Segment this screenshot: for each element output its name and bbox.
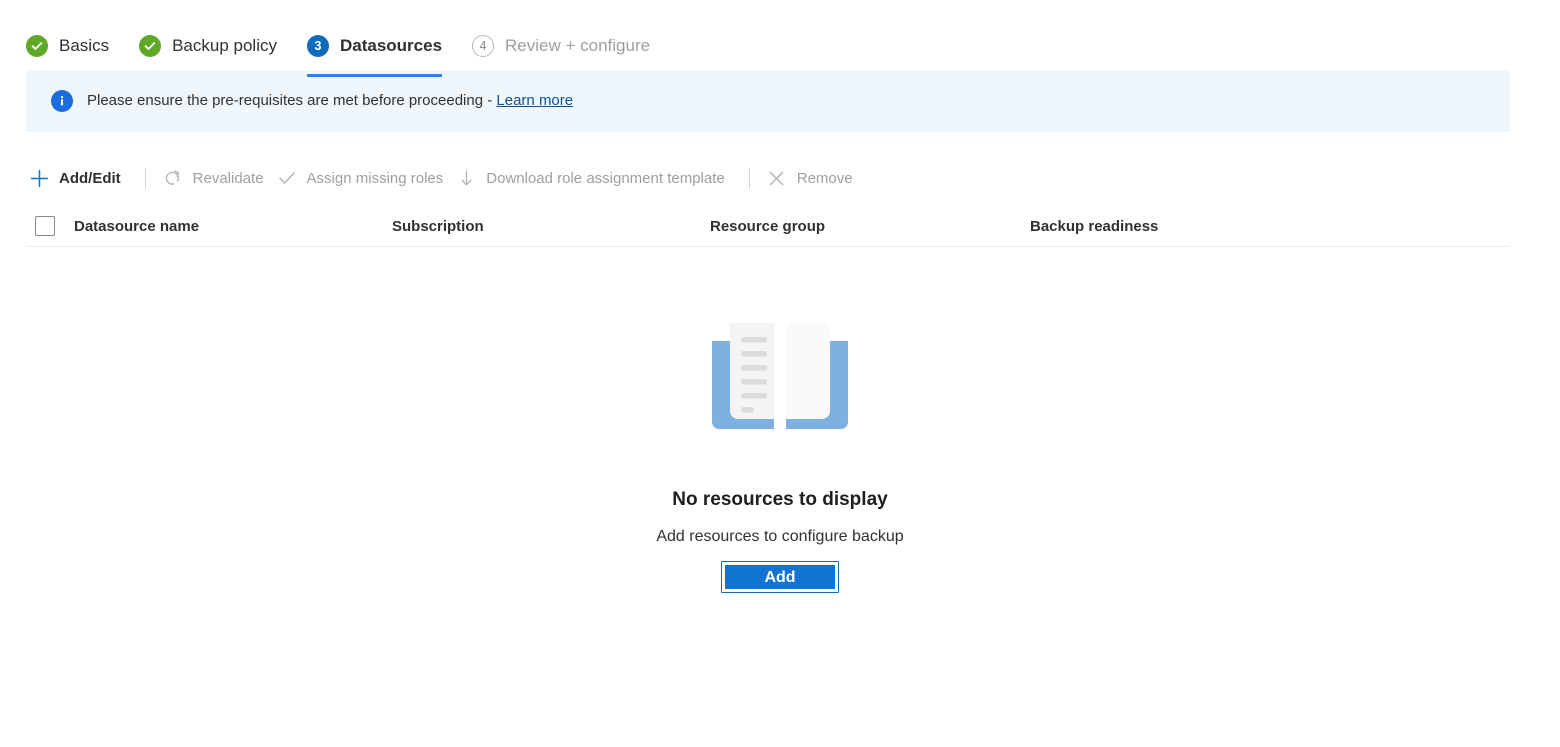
wizard-step-label: Backup policy — [172, 36, 277, 55]
checkmark-icon — [276, 167, 298, 189]
toolbar-divider — [144, 167, 146, 189]
wizard-step-basics[interactable]: Basics — [26, 29, 109, 77]
step-complete-check-icon — [139, 35, 162, 57]
prerequisites-info-banner: Please ensure the pre-requisites are met… — [26, 70, 1510, 132]
toolbar-divider — [748, 167, 750, 189]
assign-missing-roles-label: Assign missing roles — [306, 169, 444, 187]
revalidate-label: Revalidate — [192, 169, 264, 187]
add-button[interactable]: Add — [724, 564, 836, 590]
wizard-step-tabs: Basics Backup policy 3 Datasources 4 Rev… — [0, 0, 1560, 77]
step-number-badge: 3 — [306, 35, 329, 57]
empty-state: No resources to display Add resources to… — [0, 309, 1560, 593]
download-role-assignment-template-label: Download role assignment template — [486, 169, 725, 187]
column-header-backup-readiness[interactable]: Backup readiness — [1030, 218, 1360, 235]
wizard-step-backup-policy[interactable]: Backup policy — [139, 29, 277, 77]
wizard-step-label: Review + configure — [505, 36, 651, 55]
refresh-icon — [162, 167, 184, 189]
datasources-table-header: Datasource name Subscription Resource gr… — [26, 206, 1510, 247]
learn-more-link[interactable]: Learn more — [496, 92, 573, 109]
column-header-datasource-name[interactable]: Datasource name — [74, 218, 392, 235]
plus-icon — [28, 167, 50, 189]
add-edit-button[interactable]: Add/Edit — [26, 160, 131, 196]
banner-message: Please ensure the pre-requisites are met… — [87, 91, 573, 111]
open-book-icon — [700, 309, 860, 454]
wizard-step-datasources[interactable]: 3 Datasources — [306, 29, 443, 77]
download-icon — [455, 167, 477, 189]
step-complete-check-icon — [26, 35, 48, 57]
command-toolbar: Add/Edit Revalidate Assign missing roles… — [26, 160, 1560, 196]
add-button-focus-ring: Add — [721, 561, 839, 593]
info-icon — [51, 90, 73, 112]
select-all-cell — [26, 216, 74, 236]
banner-message-text: Please ensure the pre-requisites are met… — [87, 92, 497, 109]
column-header-subscription[interactable]: Subscription — [392, 218, 710, 235]
empty-state-title: No resources to display — [672, 489, 888, 510]
revalidate-button[interactable]: Revalidate — [160, 160, 274, 196]
add-edit-label: Add/Edit — [59, 169, 121, 187]
download-role-assignment-template-button[interactable]: Download role assignment template — [453, 160, 734, 196]
remove-button[interactable]: Remove — [764, 160, 863, 196]
wizard-step-review-configure[interactable]: 4 Review + configure — [472, 29, 650, 77]
step-number-badge: 4 — [472, 35, 495, 57]
assign-missing-roles-button[interactable]: Assign missing roles — [274, 160, 454, 196]
column-header-resource-group[interactable]: Resource group — [710, 218, 1030, 235]
wizard-step-label: Datasources — [339, 36, 443, 55]
empty-state-subtitle: Add resources to configure backup — [656, 528, 904, 545]
wizard-step-label: Basics — [59, 36, 110, 55]
close-x-icon — [766, 167, 788, 189]
remove-label: Remove — [796, 169, 853, 187]
select-all-checkbox[interactable] — [35, 216, 55, 236]
active-step-underline — [306, 74, 443, 77]
